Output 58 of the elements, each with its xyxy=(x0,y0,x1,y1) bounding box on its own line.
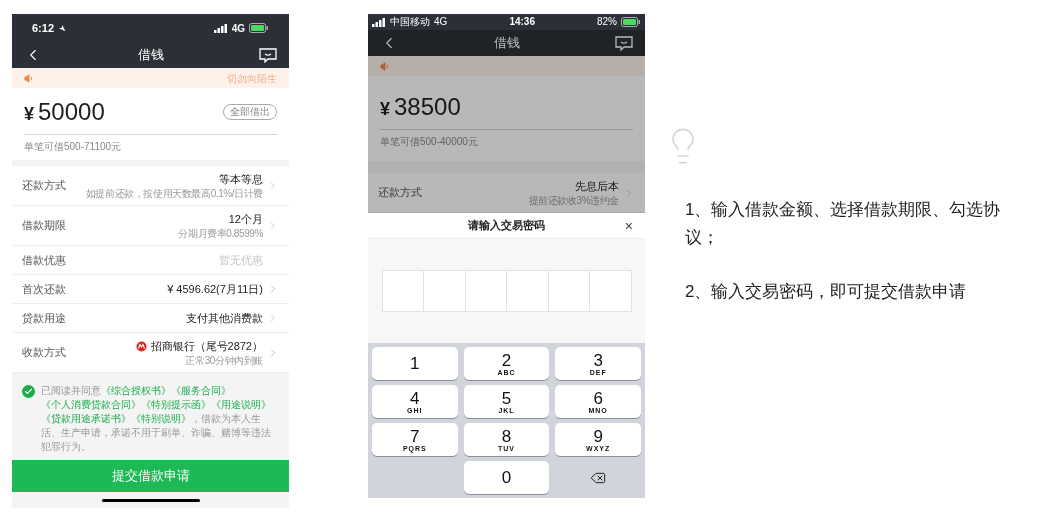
row-value: 支付其他消费款 xyxy=(186,310,263,326)
row-label: 收款方式 xyxy=(22,345,66,361)
amount-value: 50000 xyxy=(38,97,105,127)
row-value: ¥ 4596.62(7月11日) xyxy=(167,281,263,297)
battery-label: 82% xyxy=(597,17,617,27)
status-time: 6:12 xyxy=(32,20,55,36)
dialog-title: 请输入交易密码 xyxy=(468,218,545,234)
row-value: 招商银行（尾号2872） xyxy=(150,339,263,354)
close-button[interactable]: × xyxy=(624,218,633,233)
form-row[interactable]: 首次还款 ¥ 4596.62(7月11日) xyxy=(12,275,289,304)
form-row[interactable]: 还款方式 先息后本 提前还款收3%违约金 xyxy=(368,173,645,213)
form-row[interactable]: 还款方式 等本等息 如提前还款，按使用天数最高0.1%/日计费 xyxy=(12,166,289,206)
row-label: 还款方式 xyxy=(378,185,422,201)
row-label: 首次还款 xyxy=(22,281,66,297)
row-note: 提前还款收3%违约金 xyxy=(528,194,619,207)
step-text: 1、输入借款金额、选择借款期限、勾选协议； xyxy=(685,199,1002,249)
row-value: 先息后本 xyxy=(575,179,619,194)
amount-hint: 单笔可借500-71100元 xyxy=(24,140,123,154)
keypad-key[interactable]: 0 xyxy=(463,461,550,494)
network-label: 4G xyxy=(434,17,448,27)
battery-icon xyxy=(249,23,269,33)
row-label: 还款方式 xyxy=(22,178,66,194)
form-row[interactable]: 贷款用途 支付其他消费款 xyxy=(12,304,289,333)
agreement-checkbox[interactable] xyxy=(22,385,35,398)
row-value: 12个月 xyxy=(228,212,263,227)
currency-sign: ¥ xyxy=(24,103,34,126)
row-value: 等本等息 xyxy=(219,172,263,187)
network-label: 4G xyxy=(231,21,245,36)
carrier-label: 中国移动 xyxy=(390,17,430,27)
location-icon xyxy=(58,24,67,32)
form-row[interactable]: 收款方式 招商银行（尾号2872） 正常30分钟内到账 xyxy=(12,333,289,373)
keypad-key[interactable]: 1 xyxy=(372,347,458,380)
amount-value: 38500 xyxy=(394,91,461,122)
speaker-icon xyxy=(380,60,391,72)
nav-title: 借钱 xyxy=(493,34,520,53)
check-icon xyxy=(24,387,33,396)
amount-hint: 单笔可借500-40000元 xyxy=(380,134,479,149)
row-label: 借款优惠 xyxy=(22,252,66,268)
status-time: 14:36 xyxy=(509,17,535,27)
speaker-icon xyxy=(24,72,35,84)
notice-text: 切勿向陌生 xyxy=(227,71,277,86)
battery-icon xyxy=(621,17,641,27)
row-label: 借款期限 xyxy=(22,218,66,234)
message-icon[interactable] xyxy=(259,47,277,63)
message-icon[interactable] xyxy=(615,35,633,51)
signal-icon xyxy=(213,23,228,33)
password-field[interactable] xyxy=(381,270,632,312)
row-note: 分期月费率0.8599% xyxy=(178,227,263,240)
row-note: 正常30分钟内到账 xyxy=(185,354,263,367)
row-note: 如提前还款，按使用天数最高0.1%/日计费 xyxy=(85,187,263,200)
agreement-text: 已阅读并同意《综合授权书》《服务合同》 《个人消费贷款合同》《特别提示函》《用途说明》 《贷款用途承诺书》《特别说明》，借款为本人生活、生产申请，承诺不用于刷单、诈骗、赌博等违法犯罪行为。 xyxy=(41,384,272,454)
bank-logo-icon xyxy=(135,340,147,352)
row-label: 贷款用途 xyxy=(22,310,66,326)
step-text: 2、输入交易密码，即可提交借款申请 xyxy=(685,281,968,303)
form-row[interactable]: 借款期限 12个月 分期月费率0.8599% xyxy=(12,206,289,246)
nav-title: 借钱 xyxy=(137,46,164,65)
signal-icon xyxy=(372,17,386,27)
currency-sign: ¥ xyxy=(380,97,390,121)
